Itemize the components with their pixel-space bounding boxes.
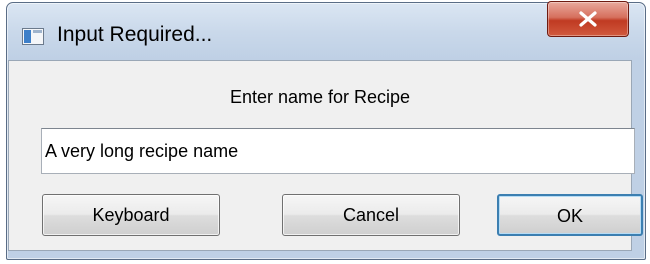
- prompt-label: Enter name for Recipe: [229, 87, 411, 107]
- dialog-content: Enter name for Recipe Keyboard Cancel OK: [8, 60, 643, 251]
- close-icon: [579, 11, 597, 27]
- app-window-icon: [22, 28, 44, 45]
- close-button[interactable]: [547, 1, 629, 37]
- keyboard-button[interactable]: Keyboard: [42, 194, 220, 236]
- input-required-dialog: Input Required... Enter name for Recipe …: [0, 0, 650, 264]
- recipe-name-input[interactable]: [41, 128, 635, 174]
- cancel-button[interactable]: Cancel: [282, 194, 460, 236]
- window-title: Input Required...: [57, 23, 213, 46]
- ok-button[interactable]: OK: [497, 194, 643, 236]
